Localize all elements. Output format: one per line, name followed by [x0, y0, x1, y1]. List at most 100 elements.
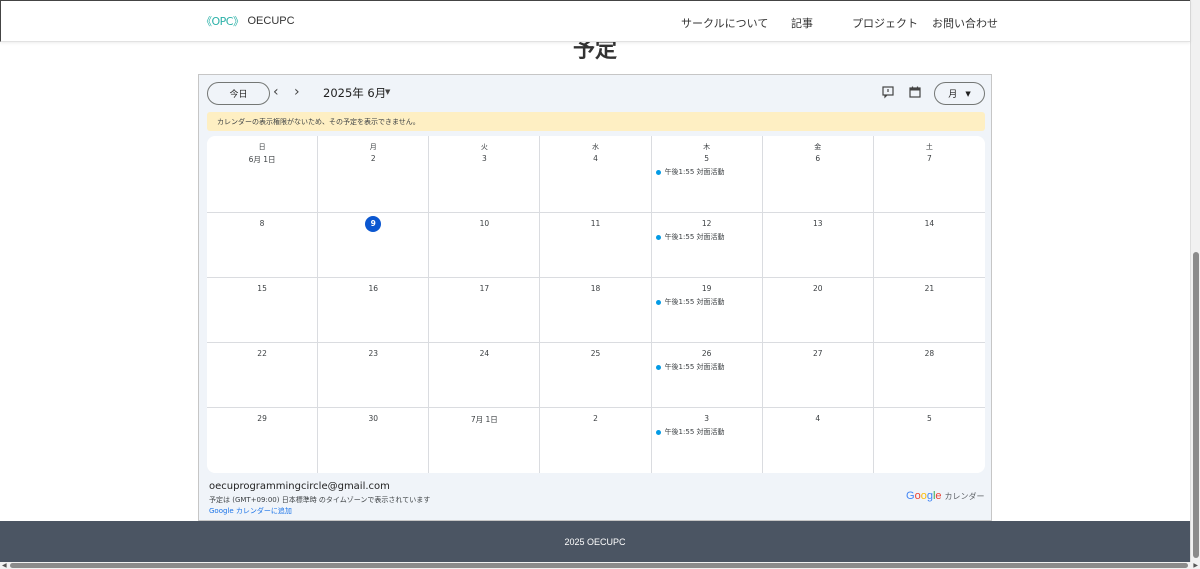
month-label[interactable]: 2025年 6月 [323, 85, 386, 101]
day-cell[interactable]: 木 5 午後1:55 対面活動 [651, 136, 763, 213]
event-chip[interactable]: 午後1:55 対面活動 [655, 167, 725, 177]
day-cell[interactable]: 15 [207, 278, 319, 343]
date-number[interactable]: 4 [540, 154, 650, 163]
vertical-scrollbar[interactable] [1190, 0, 1200, 562]
date-number[interactable]: 12 [652, 219, 762, 228]
caret-down-icon[interactable]: ▼ [385, 88, 390, 96]
feedback-icon[interactable] [881, 85, 895, 99]
google-calendar-logo[interactable]: Google カレンダー [906, 490, 985, 502]
day-cell[interactable]: 23 [318, 343, 430, 408]
day-cell[interactable]: 25 [540, 343, 652, 408]
date-number[interactable]: 16 [318, 284, 428, 293]
day-cell[interactable]: 29 [207, 408, 319, 473]
date-number[interactable]: 13 [763, 219, 873, 228]
date-number[interactable]: 20 [763, 284, 873, 293]
footer-text: 2025 OECUPC [564, 536, 626, 547]
day-cell[interactable]: 金6 [762, 136, 874, 213]
date-number[interactable]: 10 [429, 219, 539, 228]
day-cell[interactable]: 27 [762, 343, 874, 408]
date-number[interactable]: 22 [207, 349, 317, 358]
owner-email: oecuprogrammingcircle@gmail.com [209, 481, 390, 492]
date-number[interactable]: 19 [652, 284, 762, 293]
day-cell[interactable]: 22 [207, 343, 319, 408]
date-number[interactable]: 2 [540, 414, 650, 423]
day-cell[interactable]: 20 [762, 278, 874, 343]
event-dot-icon [655, 234, 661, 240]
date-number[interactable]: 3 [652, 414, 762, 423]
day-cell[interactable]: 28 [873, 343, 985, 408]
day-cell[interactable]: 10 [429, 213, 541, 278]
date-number[interactable]: 5 [874, 414, 985, 423]
date-number[interactable]: 30 [318, 414, 428, 423]
day-cell[interactable]: 7月 1日 [429, 408, 541, 473]
date-number[interactable]: 18 [540, 284, 650, 293]
date-number[interactable]: 25 [540, 349, 650, 358]
day-cell[interactable]: 土7 [873, 136, 985, 213]
day-cell[interactable]: 2 [540, 408, 652, 473]
day-cell[interactable]: 16 [318, 278, 430, 343]
add-to-google-calendar-link[interactable]: Google カレンダーに追加 [209, 506, 292, 516]
calendar-icon[interactable] [908, 85, 922, 99]
day-cell[interactable]: 30 [318, 408, 430, 473]
date-number[interactable]: 2 [318, 154, 428, 163]
day-cell[interactable]: 13 [762, 213, 874, 278]
date-number[interactable]: 7月 1日 [429, 414, 539, 425]
date-number[interactable]: 3 [429, 154, 539, 163]
scroll-left-icon[interactable]: ◀ [2, 562, 7, 569]
day-cell[interactable]: 9 [318, 213, 430, 278]
day-cell[interactable]: 8 [207, 213, 319, 278]
day-cell[interactable]: 24 [429, 343, 541, 408]
event-chip[interactable]: 午後1:55 対面活動 [655, 427, 725, 437]
day-cell[interactable]: 5 [874, 408, 985, 473]
date-number[interactable]: 14 [874, 219, 985, 228]
date-number[interactable]: 24 [429, 349, 539, 358]
chevron-left-icon[interactable]: ‹ [273, 84, 279, 100]
date-number[interactable]: 8 [207, 219, 317, 228]
day-cell[interactable]: 18 [540, 278, 652, 343]
date-number[interactable]: 11 [540, 219, 650, 228]
date-number[interactable]: 6月 1日 [207, 154, 317, 165]
date-number[interactable]: 7 [874, 154, 985, 163]
day-cell[interactable]: 26 午後1:55 対面活動 [651, 343, 763, 408]
date-number[interactable]: 23 [318, 349, 428, 358]
date-number[interactable]: 27 [763, 349, 873, 358]
nav-contact[interactable]: お問い合わせ [932, 15, 998, 31]
nav-articles[interactable]: 記事 [791, 15, 813, 31]
date-number[interactable]: 15 [207, 284, 317, 293]
site-footer: 2025 OECUPC [0, 521, 1190, 562]
day-cell[interactable]: 水4 [540, 136, 652, 213]
day-cell[interactable]: 3 午後1:55 対面活動 [652, 408, 763, 473]
today-button[interactable]: 今日 [207, 82, 270, 105]
day-cell[interactable]: 日 6月 1日 [207, 136, 319, 213]
event-chip[interactable]: 午後1:55 対面活動 [655, 362, 725, 372]
event-chip[interactable]: 午後1:55 対面活動 [655, 297, 725, 307]
horizontal-scrollbar[interactable]: ◀ ▶ [0, 562, 1200, 569]
date-number[interactable]: 6 [763, 154, 873, 163]
date-number[interactable]: 29 [207, 414, 317, 423]
event-chip[interactable]: 午後1:55 対面活動 [655, 232, 725, 242]
date-number[interactable]: 28 [874, 349, 985, 358]
horizontal-scrollbar-thumb[interactable] [10, 563, 1188, 568]
day-cell[interactable]: 4 [763, 408, 874, 473]
vertical-scrollbar-thumb[interactable] [1193, 252, 1199, 558]
day-cell[interactable]: 月2 [318, 136, 430, 213]
date-number[interactable]: 21 [874, 284, 985, 293]
day-cell[interactable]: 火3 [429, 136, 541, 213]
day-cell[interactable]: 19 午後1:55 対面活動 [651, 278, 763, 343]
day-cell[interactable]: 21 [873, 278, 985, 343]
nav-projects[interactable]: プロジェクト [852, 15, 918, 31]
day-cell[interactable]: 11 [540, 213, 652, 278]
today-date-number[interactable]: 9 [365, 216, 382, 232]
nav-about[interactable]: サークルについて [681, 15, 768, 31]
site-logo[interactable]: 《OPC》 OECUPC [201, 13, 295, 29]
date-number[interactable]: 17 [429, 284, 539, 293]
date-number[interactable]: 26 [652, 349, 762, 358]
chevron-right-icon[interactable]: › [294, 84, 300, 100]
scroll-right-icon[interactable]: ▶ [1193, 562, 1198, 569]
day-cell[interactable]: 14 [873, 213, 985, 278]
date-number[interactable]: 5 [652, 154, 762, 163]
day-cell[interactable]: 17 [429, 278, 541, 343]
view-select-button[interactable]: 月 ▼ [934, 82, 985, 105]
day-cell[interactable]: 12 午後1:55 対面活動 [651, 213, 763, 278]
date-number[interactable]: 4 [763, 414, 873, 423]
